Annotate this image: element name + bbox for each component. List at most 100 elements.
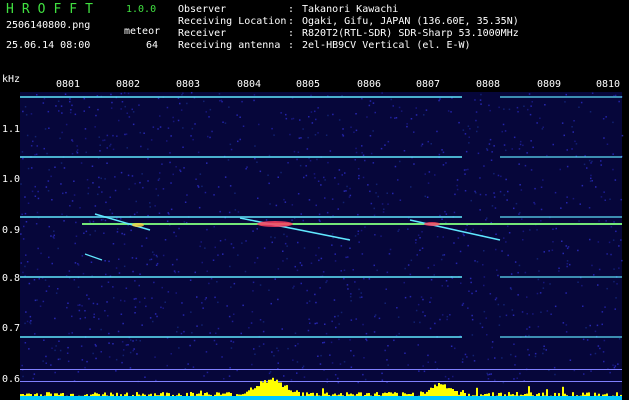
noise-speck — [487, 374, 489, 376]
noise-speck — [124, 105, 126, 108]
noise-speck — [462, 233, 465, 235]
noise-speck — [257, 197, 259, 199]
noise-speck — [453, 242, 455, 244]
noise-speck — [472, 354, 475, 357]
noise-speck — [277, 268, 280, 270]
noise-speck — [181, 94, 183, 96]
noise-speck — [345, 190, 347, 192]
noise-speck — [37, 247, 39, 250]
noise-speck — [471, 334, 474, 336]
noise-speck — [135, 257, 138, 260]
noise-speck — [407, 228, 409, 230]
noise-speck — [73, 279, 76, 281]
noise-speck — [232, 246, 235, 249]
noise-speck — [94, 205, 97, 207]
noise-speck — [109, 145, 111, 147]
noise-speck — [601, 311, 604, 313]
noise-speck — [540, 208, 543, 211]
noise-speck — [51, 199, 53, 201]
noise-speck — [34, 154, 36, 156]
noise-speck — [302, 128, 304, 130]
noise-speck — [158, 177, 161, 180]
noise-speck — [156, 315, 158, 318]
noise-speck — [606, 143, 609, 145]
noise-speck — [197, 151, 200, 154]
noise-speck — [228, 106, 230, 108]
noise-speck — [434, 322, 436, 325]
noise-speck — [269, 371, 272, 373]
noise-speck — [493, 172, 495, 175]
noise-speck — [39, 305, 42, 307]
noise-speck — [464, 353, 467, 356]
noise-speck — [217, 186, 220, 188]
noise-speck — [183, 167, 185, 169]
noise-speck — [443, 254, 446, 256]
noise-speck — [127, 174, 130, 177]
noise-speck — [268, 182, 270, 185]
noise-speck — [445, 280, 448, 282]
noise-speck — [519, 372, 521, 375]
noise-speck — [54, 317, 56, 320]
noise-speck — [590, 162, 592, 164]
noise-speck — [175, 166, 177, 168]
noise-speck — [232, 341, 235, 343]
noise-speck — [24, 196, 26, 198]
noise-speck — [549, 283, 551, 285]
noise-speck — [127, 92, 130, 95]
noise-speck — [434, 174, 436, 176]
noise-speck — [407, 364, 409, 366]
noise-speck — [591, 92, 594, 94]
noise-speck — [77, 304, 79, 306]
noise-speck — [552, 241, 554, 243]
noise-speck — [398, 332, 400, 335]
noise-speck — [347, 288, 349, 290]
noise-speck — [134, 312, 136, 314]
noise-speck — [476, 261, 479, 263]
noise-speck — [105, 201, 107, 204]
noise-speck — [219, 100, 221, 102]
noise-speck — [131, 108, 133, 111]
noise-speck — [357, 230, 360, 232]
noise-speck — [338, 338, 340, 341]
noise-speck — [615, 230, 617, 233]
noise-speck — [240, 332, 242, 335]
noise-speck — [98, 318, 100, 320]
noise-speck — [317, 132, 319, 134]
noise-speck — [387, 140, 390, 143]
noise-speck — [384, 349, 386, 352]
noise-speck — [270, 302, 272, 305]
noise-speck — [390, 98, 392, 101]
noise-speck — [364, 159, 366, 162]
noise-speck — [292, 117, 295, 120]
noise-speck — [494, 207, 497, 209]
noise-speck — [515, 202, 518, 205]
noise-speck — [536, 229, 538, 231]
noise-speck — [338, 323, 340, 325]
noise-speck — [377, 195, 379, 198]
noise-speck — [222, 121, 224, 123]
noise-speck — [262, 321, 265, 323]
noise-speck — [381, 372, 383, 375]
noise-speck — [567, 246, 570, 248]
noise-speck — [413, 163, 415, 165]
noise-speck — [462, 358, 464, 360]
noise-speck — [614, 365, 617, 367]
noise-speck — [589, 324, 591, 327]
noise-speck — [60, 105, 63, 107]
noise-speck — [47, 180, 50, 182]
noise-speck — [373, 214, 376, 217]
noise-speck — [104, 178, 106, 180]
noise-speck — [342, 201, 345, 204]
noise-speck — [476, 130, 478, 133]
noise-speck — [506, 199, 508, 201]
noise-speck — [380, 147, 383, 150]
noise-speck — [213, 226, 215, 228]
noise-speck — [130, 339, 132, 341]
noise-speck — [608, 241, 611, 244]
noise-speck — [239, 116, 241, 118]
noise-speck — [89, 234, 91, 236]
spectrogram-overlay — [20, 92, 624, 400]
noise-speck — [522, 144, 524, 147]
noise-speck — [183, 221, 186, 223]
noise-speck — [213, 194, 215, 196]
